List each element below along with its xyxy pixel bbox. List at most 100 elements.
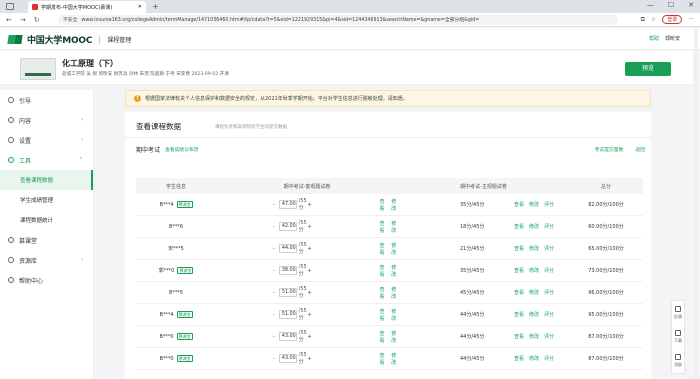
new-tab-button[interactable]: +	[152, 2, 159, 11]
view-link[interactable]: 查看	[514, 355, 524, 362]
edit-link[interactable]: 修改	[391, 286, 398, 300]
feedback-button[interactable]: 反馈	[672, 301, 684, 325]
view-results-link[interactable]: 查看成绩公布页	[165, 146, 199, 153]
sidebar-item-library[interactable]: 资源库 ›	[0, 250, 93, 270]
increase-score-button[interactable]: +	[308, 268, 314, 274]
maximize-icon[interactable]: ☐	[668, 1, 674, 9]
login-button[interactable]: 登录	[662, 15, 683, 24]
view-link[interactable]: 查看	[379, 198, 386, 212]
edit-link[interactable]: 修改	[529, 355, 539, 362]
favorites-icon[interactable]: ☆	[651, 16, 656, 23]
grade-link[interactable]: 评分	[544, 223, 554, 230]
edit-link[interactable]: 修改	[529, 201, 539, 208]
edit-link[interactable]: 修改	[529, 311, 539, 318]
view-link[interactable]: 查看	[514, 245, 524, 252]
mooc-logo[interactable]: 中国大学MOOC 课程管理	[8, 33, 131, 46]
view-link[interactable]: 查看	[514, 223, 524, 230]
edit-link[interactable]: 修改	[529, 333, 539, 340]
view-link[interactable]: 查看	[514, 289, 524, 296]
edit-link[interactable]: 修改	[391, 352, 398, 366]
user-name[interactable]: 郭昕安	[665, 35, 680, 42]
view-link[interactable]: 查看	[514, 201, 524, 208]
edit-link[interactable]: 修改	[391, 220, 398, 234]
preview-button[interactable]: 预览	[625, 62, 671, 76]
view-link[interactable]: 查看	[379, 242, 386, 256]
objective-score-input[interactable]: 51.00	[278, 288, 297, 297]
sidebar-item-tools[interactable]: 工具 ⌃	[0, 150, 93, 170]
decrease-score-button[interactable]: -	[271, 202, 277, 208]
decrease-score-button[interactable]: -	[271, 224, 277, 230]
back-to-top-button[interactable]: 顶部	[672, 349, 684, 373]
sidebar-item-guide[interactable]: 引导	[0, 90, 93, 110]
sidebar-item-content[interactable]: 内容 ›	[0, 110, 93, 130]
page-scrollbar[interactable]	[694, 28, 698, 379]
sidebar-item-mooc-classroom[interactable]: 慕课堂	[0, 230, 93, 250]
edit-link[interactable]: 修改	[391, 264, 398, 278]
browser-tab[interactable]: 学期发布-中国大学MOOC(慕课) ✕	[28, 1, 146, 13]
view-link[interactable]: 查看	[379, 352, 386, 366]
sidebar-item-help[interactable]: 帮助中心	[0, 270, 93, 290]
minimize-icon[interactable]: —	[647, 1, 654, 9]
objective-score-input[interactable]: 51.00	[278, 310, 297, 319]
increase-score-button[interactable]: +	[308, 224, 314, 230]
increase-score-button[interactable]: +	[308, 246, 314, 252]
increase-score-button[interactable]: +	[308, 290, 314, 296]
decrease-score-button[interactable]: -	[271, 268, 277, 274]
increase-score-button[interactable]: +	[308, 312, 314, 318]
objective-score-input[interactable]: 47.00	[278, 200, 297, 209]
not-secure-label[interactable]: 不安全	[63, 16, 77, 23]
increase-score-button[interactable]: +	[308, 356, 314, 362]
decrease-score-button[interactable]: -	[271, 290, 277, 296]
back-icon[interactable]: ←	[6, 16, 12, 24]
objective-score-input[interactable]: 38.00	[278, 266, 297, 275]
grade-link[interactable]: 评分	[544, 201, 554, 208]
grade-link[interactable]: 评分	[544, 311, 554, 318]
view-link[interactable]: 查看	[514, 311, 524, 318]
objective-score-input[interactable]: 42.00	[278, 222, 297, 231]
extensions-icon[interactable]: ⧉	[641, 16, 645, 24]
edit-link[interactable]: 修改	[391, 308, 398, 322]
edit-link[interactable]: 修改	[391, 330, 398, 344]
close-tab-icon[interactable]: ✕	[138, 4, 142, 10]
sidebar-sub-grade-management[interactable]: 学生成绩管理	[0, 190, 93, 210]
decrease-score-button[interactable]: -	[271, 246, 277, 252]
view-link[interactable]: 查看	[379, 330, 386, 344]
download-button[interactable]: 下载	[672, 325, 684, 349]
sidebar-sub-course-data[interactable]: 查看课程数据	[0, 170, 93, 190]
reload-icon[interactable]: ↻	[34, 16, 40, 24]
view-link[interactable]: 查看	[379, 264, 386, 278]
edit-link[interactable]: 修改	[529, 289, 539, 296]
sidebar-sub-course-statistics[interactable]: 课程数据统计	[0, 210, 93, 230]
edit-link[interactable]: 修改	[391, 198, 398, 212]
close-window-icon[interactable]: ✕	[688, 1, 694, 9]
sidebar-item-settings[interactable]: 设置 ›	[0, 130, 93, 150]
edit-link[interactable]: 修改	[391, 242, 398, 256]
grade-link[interactable]: 评分	[544, 289, 554, 296]
decrease-score-button[interactable]: -	[271, 312, 277, 318]
grade-link[interactable]: 评分	[544, 355, 554, 362]
objective-score-input[interactable]: 43.00	[278, 332, 297, 341]
submission-count-link[interactable]: 考试提交量数	[595, 146, 624, 153]
more-menu-icon[interactable]: ···	[688, 16, 694, 23]
url-field[interactable]: 不安全 www.icourse163.org/collegeAdmin/term…	[58, 14, 618, 25]
grade-link[interactable]: 评分	[544, 333, 554, 340]
view-link[interactable]: 查看	[514, 267, 524, 274]
decrease-score-button[interactable]: -	[271, 334, 277, 340]
increase-score-button[interactable]: +	[308, 334, 314, 340]
view-link[interactable]: 查看	[379, 308, 386, 322]
view-link[interactable]: 查看	[379, 220, 386, 234]
grade-link[interactable]: 评分	[544, 245, 554, 252]
view-link[interactable]: 查看	[514, 333, 524, 340]
objective-score-input[interactable]: 44.00	[278, 244, 297, 253]
help-link[interactable]: 帮助	[649, 35, 659, 42]
tab-actions-icon[interactable]	[6, 3, 14, 10]
edit-link[interactable]: 修改	[529, 223, 539, 230]
increase-score-button[interactable]: +	[308, 202, 314, 208]
edit-link[interactable]: 修改	[529, 245, 539, 252]
edit-link[interactable]: 修改	[529, 267, 539, 274]
view-link[interactable]: 查看	[379, 286, 386, 300]
objective-score-input[interactable]: 43.00	[278, 354, 297, 363]
decrease-score-button[interactable]: -	[271, 356, 277, 362]
forward-icon[interactable]: →	[20, 16, 26, 24]
grade-link[interactable]: 评分	[544, 267, 554, 274]
